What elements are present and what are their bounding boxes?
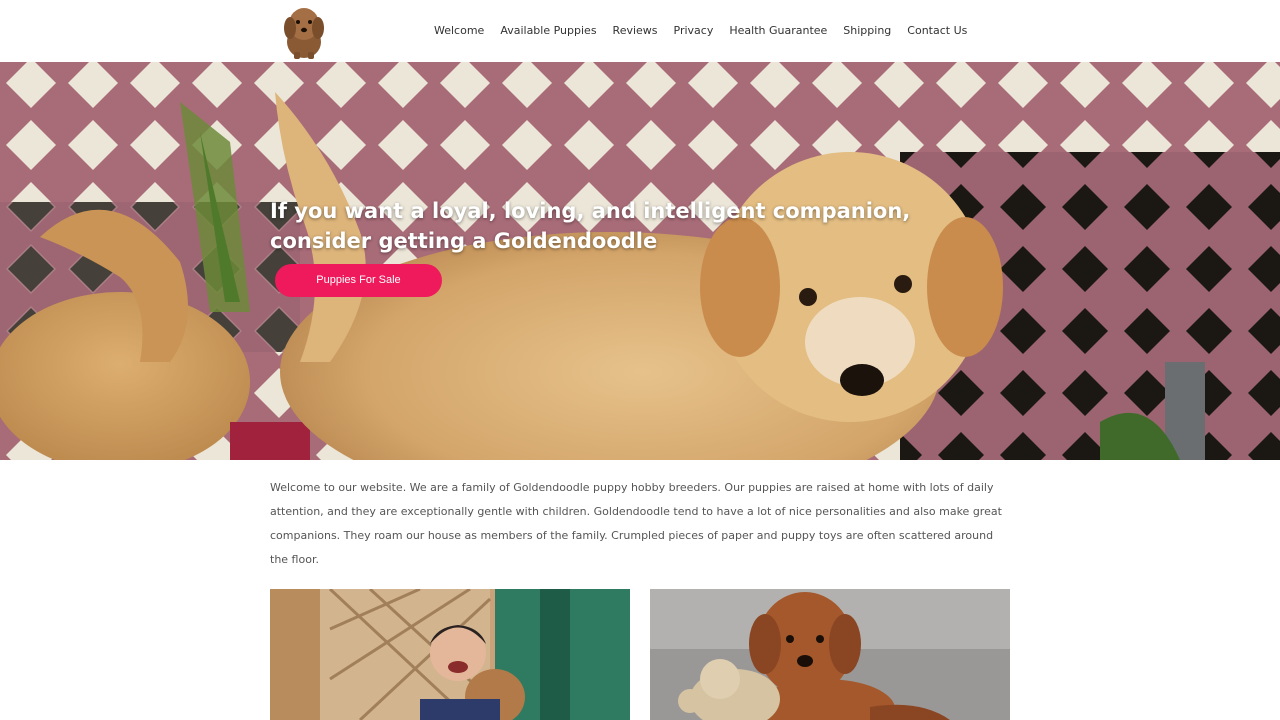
child-with-puppy-photo xyxy=(270,589,630,720)
hero-puppy-image xyxy=(0,62,1280,460)
nav-reviews[interactable]: Reviews xyxy=(605,22,666,40)
nav-privacy[interactable]: Privacy xyxy=(666,22,722,40)
puppies-for-sale-button[interactable]: Puppies For Sale xyxy=(275,264,442,297)
nav-welcome[interactable]: Welcome xyxy=(426,22,492,40)
intro-paragraph: Welcome to our website. We are a family … xyxy=(270,481,1002,566)
hero-banner: If you want a loyal, loving, and intelli… xyxy=(0,62,1280,460)
main-nav: Welcome Available Puppies Reviews Privac… xyxy=(426,22,975,40)
nav-health-guarantee[interactable]: Health Guarantee xyxy=(721,22,835,40)
nav-available-puppies[interactable]: Available Puppies xyxy=(492,22,604,40)
nav-contact-us[interactable]: Contact Us xyxy=(899,22,975,40)
site-header: Welcome Available Puppies Reviews Privac… xyxy=(0,0,1280,62)
goldendoodle-logo-icon[interactable] xyxy=(280,2,328,60)
page: Welcome Available Puppies Reviews Privac… xyxy=(0,0,1280,720)
hero-headline: If you want a loyal, loving, and intelli… xyxy=(270,199,911,253)
nav-shipping[interactable]: Shipping xyxy=(835,22,899,40)
puppy-with-teddy-photo xyxy=(650,589,1010,720)
